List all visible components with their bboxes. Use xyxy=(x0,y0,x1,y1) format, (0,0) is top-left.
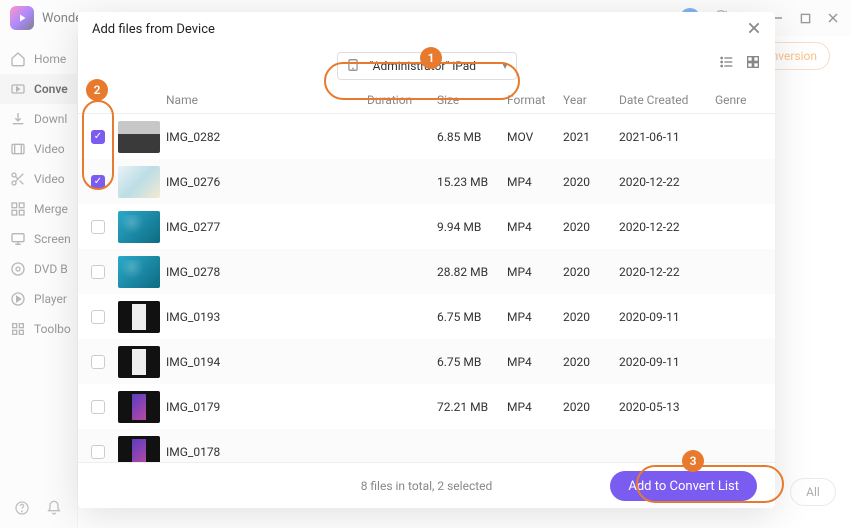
table-row[interactable]: IMG_0179 72.21 MBMP420202020-05-13 xyxy=(78,384,775,429)
file-size: 6.85 MB xyxy=(437,130,507,144)
file-year: 2020 xyxy=(563,175,619,189)
table-row[interactable]: IMG_0178 xyxy=(78,429,775,462)
file-date: 2020-05-13 xyxy=(619,400,715,414)
col-year[interactable]: Year xyxy=(563,93,619,107)
file-format: MP4 xyxy=(507,310,563,324)
file-date: 2020-12-22 xyxy=(619,220,715,234)
file-name: IMG_0278 xyxy=(166,265,367,279)
grid-view-icon[interactable] xyxy=(745,54,761,74)
file-name: IMG_0194 xyxy=(166,355,367,369)
file-format: MP4 xyxy=(507,175,563,189)
file-format: MP4 xyxy=(507,355,563,369)
file-thumbnail xyxy=(118,436,160,463)
file-name: IMG_0282 xyxy=(166,130,367,144)
file-thumbnail xyxy=(118,166,160,198)
table-row[interactable]: IMG_0193 6.75 MBMP420202020-09-11 xyxy=(78,294,775,339)
file-name: IMG_0178 xyxy=(166,445,367,459)
file-thumbnail xyxy=(118,256,160,288)
file-thumbnail xyxy=(118,211,160,243)
file-size: 9.94 MB xyxy=(437,220,507,234)
file-thumbnail xyxy=(118,121,160,153)
footer-status: 8 files in total, 2 selected xyxy=(361,479,493,493)
table-body: ✓IMG_02826.85 MBMOV20212021-06-11✓IMG_02… xyxy=(78,114,775,462)
file-size: 6.75 MB xyxy=(437,310,507,324)
table-row[interactable]: IMG_0194 6.75 MBMP420202020-09-11 xyxy=(78,339,775,384)
col-format[interactable]: Format xyxy=(507,93,563,107)
file-format: MOV xyxy=(507,130,563,144)
file-thumbnail xyxy=(118,346,160,378)
row-checkbox[interactable] xyxy=(91,310,105,324)
step-ring-1 xyxy=(324,62,520,100)
file-format: MP4 xyxy=(507,400,563,414)
file-date: 2020-09-11 xyxy=(619,355,715,369)
row-checkbox[interactable] xyxy=(91,220,105,234)
file-name: IMG_0193 xyxy=(166,310,367,324)
step-badge-1: 1 xyxy=(420,47,442,69)
file-thumbnail xyxy=(118,301,160,333)
file-year: 2020 xyxy=(563,265,619,279)
file-date: 2020-12-22 xyxy=(619,175,715,189)
col-genre[interactable]: Genre xyxy=(715,93,775,107)
file-year: 2021 xyxy=(563,130,619,144)
file-year: 2020 xyxy=(563,355,619,369)
file-name: IMG_0179 xyxy=(166,400,367,414)
row-checkbox[interactable] xyxy=(91,400,105,414)
table-row[interactable]: ✓IMG_027615.23 MBMP420202020-12-22 xyxy=(78,159,775,204)
table-row[interactable]: IMG_0278 28.82 MBMP420202020-12-22 xyxy=(78,249,775,294)
file-format: MP4 xyxy=(507,220,563,234)
file-format: MP4 xyxy=(507,265,563,279)
dialog-title: Add files from Device xyxy=(92,22,215,37)
step-ring-3 xyxy=(636,465,784,503)
step-badge-2: 2 xyxy=(86,79,108,101)
list-view-icon[interactable] xyxy=(719,54,735,74)
row-checkbox[interactable] xyxy=(91,355,105,369)
file-date: 2020-09-11 xyxy=(619,310,715,324)
row-checkbox[interactable] xyxy=(91,445,105,459)
file-thumbnail xyxy=(118,391,160,423)
table-row[interactable]: ✓IMG_02826.85 MBMOV20212021-06-11 xyxy=(78,114,775,159)
file-year: 2020 xyxy=(563,310,619,324)
table-row[interactable]: IMG_0277 9.94 MBMP420202020-12-22 xyxy=(78,204,775,249)
file-year: 2020 xyxy=(563,220,619,234)
col-date[interactable]: Date Created xyxy=(619,93,715,107)
file-name: IMG_0277 xyxy=(166,220,367,234)
file-size: 72.21 MB xyxy=(437,400,507,414)
file-size: 28.82 MB xyxy=(437,265,507,279)
file-size: 6.75 MB xyxy=(437,355,507,369)
file-name: IMG_0276 xyxy=(166,175,367,189)
file-year: 2020 xyxy=(563,400,619,414)
file-date: 2020-12-22 xyxy=(619,265,715,279)
file-date: 2021-06-11 xyxy=(619,130,715,144)
row-checkbox[interactable] xyxy=(91,265,105,279)
step-badge-3: 3 xyxy=(682,450,704,472)
file-size: 15.23 MB xyxy=(437,175,507,189)
step-ring-2 xyxy=(82,100,114,190)
close-icon[interactable] xyxy=(747,20,761,39)
